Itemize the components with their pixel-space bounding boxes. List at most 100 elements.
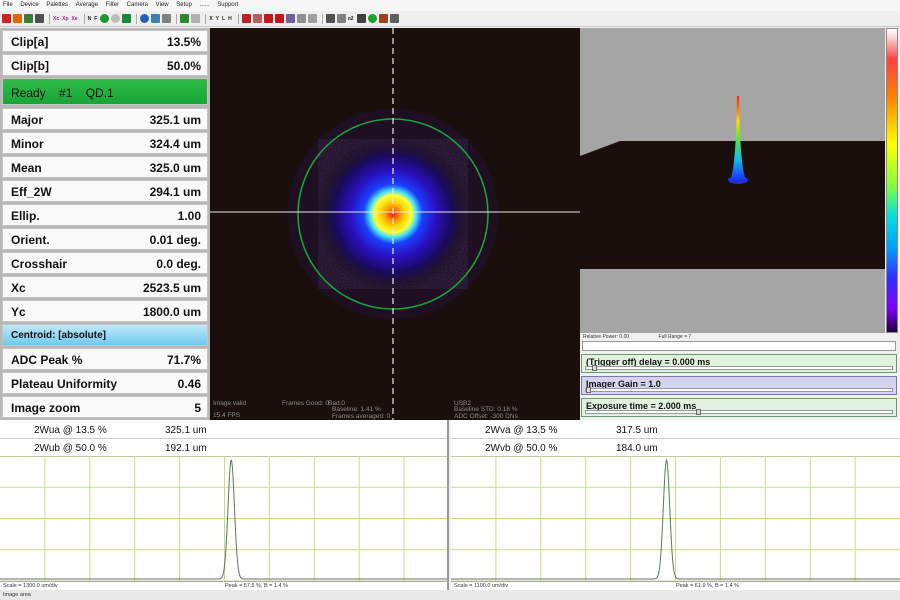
film-icon[interactable]: [252, 14, 262, 23]
2wub-value: 192.1 um: [165, 443, 207, 454]
relative-power-text: Relative Power: 0.00: [583, 334, 630, 340]
tool-h[interactable]: H: [228, 16, 232, 22]
palette-icon[interactable]: [180, 14, 190, 23]
sum-icon[interactable]: [356, 14, 366, 23]
capture-icon[interactable]: [24, 14, 33, 23]
menu-more[interactable]: ......: [197, 0, 213, 11]
open-icon[interactable]: [13, 14, 22, 23]
2wub-label: 2Wub @ 50.0 %: [34, 443, 107, 454]
exposure-time-control[interactable]: Exposure time = 2.000 ms: [581, 398, 897, 417]
tool-xe[interactable]: Xe: [72, 16, 78, 22]
trigger-delay-slider[interactable]: [585, 365, 893, 371]
zoom-value: 5: [194, 401, 201, 415]
stop-icon[interactable]: [111, 14, 121, 23]
status-row[interactable]: Ready #1 QD.1: [2, 78, 208, 105]
tool-n[interactable]: N: [88, 16, 92, 22]
trigger-delay-thumb[interactable]: [592, 365, 598, 371]
beam-image-view[interactable]: Image valid 15.4 FPS Frames Good: 0 Bad:…: [210, 28, 580, 420]
crosshair-row[interactable]: Crosshair 0.0 deg.: [2, 252, 208, 274]
arrow-right-icon[interactable]: [274, 14, 284, 23]
adc-offset-text: ADC Offset: -300 DNs: [454, 413, 518, 420]
menu-palettes[interactable]: Palettes: [43, 0, 71, 11]
profile-h-peak: Peak = 57.5 %, B = 1.4 %: [225, 583, 288, 589]
ellip-row[interactable]: Ellip. 1.00: [2, 204, 208, 226]
plateau-value: 0.46: [177, 377, 201, 391]
window-icon[interactable]: [191, 14, 201, 23]
minor-value: 324.4 um: [149, 137, 201, 151]
exposure-time-thumb[interactable]: [696, 409, 702, 415]
print-icon[interactable]: [325, 14, 335, 23]
frames-good-text: Frames Good: 0: [282, 400, 329, 407]
mean-value: 325.0 um: [149, 161, 201, 175]
xc-row[interactable]: Xc 2523.5 um: [2, 276, 208, 298]
imager-gain-control[interactable]: Imager Gain = 1.0: [581, 376, 897, 395]
clip-a-value: 13.5%: [166, 35, 201, 49]
profile-horizontal[interactable]: 2Wua @ 13.5 % 325.1 um 2Wub @ 50.0 % 192…: [0, 420, 449, 590]
menu-support[interactable]: Support: [214, 0, 241, 11]
major-row[interactable]: Major 325.1 um: [2, 108, 208, 130]
mean-label: Mean: [11, 161, 42, 175]
tools-icon[interactable]: [378, 14, 388, 23]
tool-xp[interactable]: Xp: [62, 16, 68, 22]
tool-x[interactable]: X: [209, 16, 212, 22]
imager-gain-thumb[interactable]: [586, 387, 591, 393]
orient-value: 0.01 deg.: [149, 233, 201, 247]
tool-xc[interactable]: Xc: [53, 16, 59, 22]
paste-icon[interactable]: [307, 14, 317, 23]
toolbar: Xc Xp Xe N F X Y L H n2: [0, 11, 900, 27]
clip-b-row[interactable]: Clip[b] 50.0%: [2, 54, 208, 76]
clip-a-row[interactable]: Clip[a] 13.5%: [2, 30, 208, 52]
beam-image: [210, 28, 580, 420]
camera-icon[interactable]: [151, 14, 161, 23]
profile-vertical[interactable]: 2Wva @ 13.5 % 317.5 um 2Wvb @ 50.0 % 184…: [451, 420, 900, 590]
preview-icon[interactable]: [336, 14, 346, 23]
adc-peak-row[interactable]: ADC Peak % 71.7%: [2, 348, 208, 370]
grid-icon[interactable]: [122, 14, 132, 23]
frames-averaged-text: Frames averaged: 0: [332, 413, 391, 420]
link-icon[interactable]: [285, 14, 295, 23]
xc-value: 2523.5 um: [142, 281, 201, 295]
zoom-row[interactable]: Image zoom 5: [2, 396, 208, 418]
menu-view[interactable]: View: [153, 0, 172, 11]
arrow-up-icon[interactable]: [2, 14, 11, 23]
run-icon[interactable]: [100, 14, 110, 23]
menu-setup[interactable]: Setup: [173, 0, 195, 11]
3d-surface: [580, 141, 885, 269]
yc-row[interactable]: Yc 1800.0 um: [2, 300, 208, 322]
menu-camera[interactable]: Camera: [124, 0, 151, 11]
tool-l[interactable]: L: [222, 16, 225, 22]
settings-icon[interactable]: [162, 14, 172, 23]
plateau-row[interactable]: Plateau Uniformity 0.46: [2, 372, 208, 394]
mean-row[interactable]: Mean 325.0 um: [2, 156, 208, 178]
menu-filter[interactable]: Filter: [103, 0, 122, 11]
trigger-delay-control[interactable]: (Trigger off) delay = 0.000 ms: [581, 354, 897, 373]
minor-row[interactable]: Minor 324.4 um: [2, 132, 208, 154]
tool-f[interactable]: F: [94, 16, 97, 22]
centroid-row[interactable]: Centroid: [absolute]: [2, 324, 208, 346]
major-value: 325.1 um: [149, 113, 201, 127]
target-icon[interactable]: [367, 14, 377, 23]
menu-file[interactable]: File: [0, 0, 16, 11]
2wua-label: 2Wua @ 13.5 %: [34, 425, 107, 436]
record-icon[interactable]: [241, 14, 251, 23]
menu-device[interactable]: Device: [17, 0, 41, 11]
clip-b-label: Clip[b]: [11, 59, 49, 73]
beam-3d-view[interactable]: [580, 28, 885, 333]
info-box: [582, 341, 896, 351]
orient-row[interactable]: Orient. 0.01 deg.: [2, 228, 208, 250]
info-icon[interactable]: [140, 14, 150, 23]
eff-2w-row[interactable]: Eff_2W 294.1 um: [2, 180, 208, 202]
arrow-left-icon[interactable]: [263, 14, 273, 23]
crosshair-label: Crosshair: [11, 257, 68, 271]
plateau-label: Plateau Uniformity: [11, 377, 118, 391]
menu-average[interactable]: Average: [73, 0, 101, 11]
exposure-time-slider[interactable]: [585, 409, 893, 415]
clip-a-label: Clip[a]: [11, 35, 49, 49]
help-icon[interactable]: [389, 14, 399, 23]
tool-n2[interactable]: n2: [348, 16, 354, 22]
tool-y[interactable]: Y: [216, 16, 219, 22]
copy-icon[interactable]: [296, 14, 306, 23]
imager-gain-slider[interactable]: [585, 387, 893, 393]
fps-text: 15.4 FPS: [213, 412, 241, 419]
save-icon[interactable]: [35, 14, 44, 23]
